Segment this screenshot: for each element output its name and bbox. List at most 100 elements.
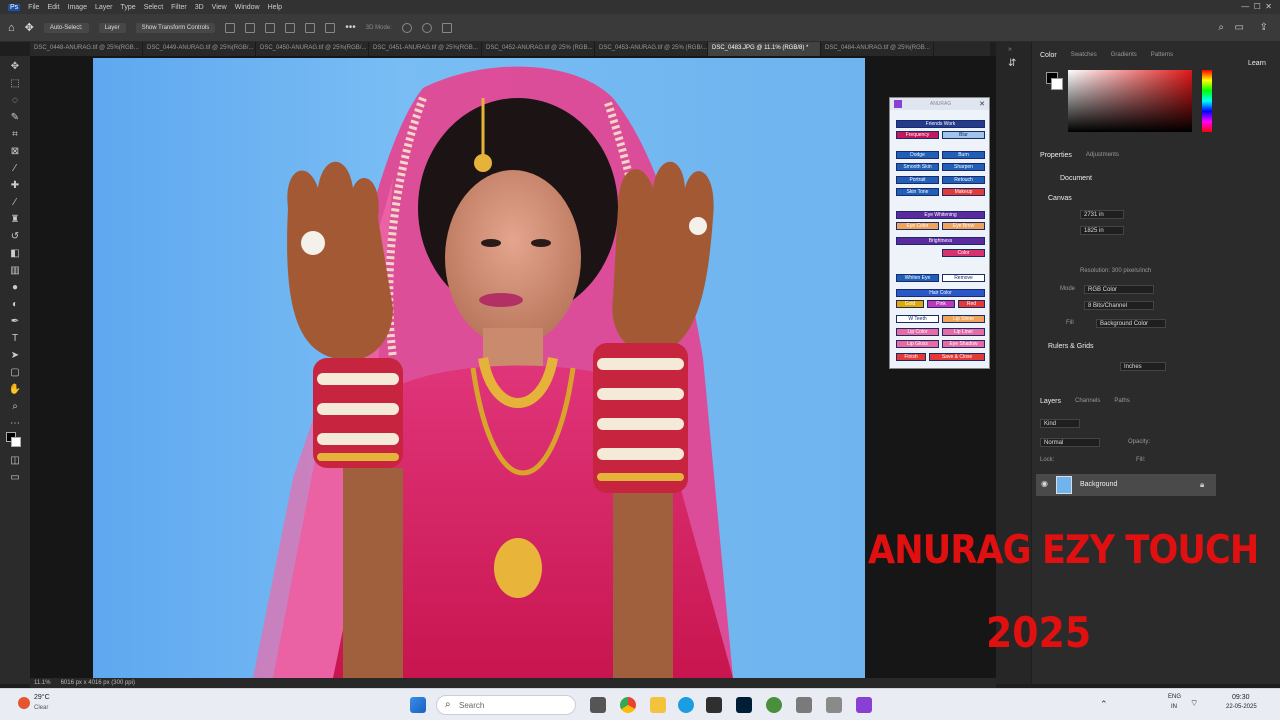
document-image[interactable]	[93, 58, 865, 678]
background-color-swatch[interactable]	[1051, 78, 1063, 90]
close-icon[interactable]: ✕	[979, 100, 985, 108]
edge-icon[interactable]	[678, 697, 694, 713]
clock-date[interactable]: 22-05-2025	[1226, 704, 1257, 710]
align-bottom-icon[interactable]	[325, 22, 336, 33]
menu-select[interactable]: Select	[144, 4, 163, 11]
path-select-tool-icon[interactable]: ➤	[8, 348, 22, 362]
plugin-app-icon[interactable]	[856, 697, 872, 713]
rectangle-tool-icon[interactable]: ▢	[8, 365, 22, 379]
3d-rotate-icon[interactable]	[401, 22, 412, 33]
app-icon[interactable]	[826, 697, 842, 713]
doc-tab[interactable]: DSC_0450-ANURAG.tif @ 25%(RGB/...	[256, 42, 369, 56]
menu-edit[interactable]: Edit	[47, 4, 59, 11]
zoom-tool-icon[interactable]: ⌕	[8, 399, 22, 413]
doc-tab[interactable]: DSC_0484-ANURAG.tif @ 25%(RGB...	[821, 42, 934, 56]
search-icon[interactable]: ⌕	[1218, 22, 1224, 33]
align-right-icon[interactable]	[265, 22, 276, 33]
crop-tool-icon[interactable]: ⌗	[8, 127, 22, 141]
auto-select-checkbox[interactable]: Auto-Select:	[43, 22, 89, 33]
hand-tool-icon[interactable]: ✋	[8, 382, 22, 396]
sharpen-button[interactable]: Sharpen	[942, 163, 985, 171]
3d-roll-icon[interactable]	[421, 22, 432, 33]
whiten-eye-button[interactable]: Whiten Eye	[896, 274, 939, 282]
color-button[interactable]: Color	[942, 249, 985, 257]
brush-tool-icon[interactable]: ∕	[8, 195, 22, 209]
canvas-section-label[interactable]: Canvas	[1048, 195, 1072, 202]
healing-brush-tool-icon[interactable]: ✚	[8, 178, 22, 192]
finish-button[interactable]: Finish	[896, 353, 926, 361]
window-controls[interactable]: — ☐ ✕	[1241, 2, 1272, 11]
remove-button[interactable]: Remove	[942, 274, 985, 282]
share-icon[interactable]: ⇪	[1260, 22, 1268, 33]
menu-file[interactable]: File	[28, 4, 39, 11]
type-tool-icon[interactable]: T	[8, 331, 22, 345]
blur-button[interactable]: Blur	[942, 131, 985, 139]
menu-window[interactable]: Window	[235, 4, 260, 11]
move-tool-icon[interactable]: ✥	[25, 21, 34, 34]
menu-type[interactable]: Type	[121, 4, 136, 11]
show-transform-checkbox[interactable]: Show Transform Controls	[135, 22, 216, 33]
quick-select-tool-icon[interactable]: ✎	[8, 110, 22, 124]
menu-image[interactable]: Image	[68, 4, 87, 11]
wifi-icon[interactable]: ⌔	[1190, 698, 1198, 709]
align-left-icon[interactable]	[225, 22, 236, 33]
rulers-grids-label[interactable]: Rulers & Grids	[1048, 343, 1094, 350]
tab-color[interactable]: Color	[1040, 52, 1057, 59]
history-icon[interactable]: ⇵	[1008, 58, 1016, 69]
background-color-swatch[interactable]	[11, 437, 21, 447]
layer-dropdown[interactable]: Layer	[98, 22, 126, 33]
tab-patterns[interactable]: Patterns	[1151, 52, 1173, 59]
lip-gloss-button[interactable]: Lip Gloss	[896, 340, 939, 348]
align-center-icon[interactable]	[245, 22, 256, 33]
clock-time[interactable]: 09:30	[1232, 694, 1250, 701]
gradient-tool-icon[interactable]: ▥	[8, 263, 22, 277]
visibility-eye-icon[interactable]: ◉	[1041, 479, 1048, 488]
tab-swatches[interactable]: Swatches	[1071, 52, 1097, 59]
language-indicator[interactable]: ENG	[1168, 694, 1181, 700]
marquee-tool-icon[interactable]: ⬚	[8, 76, 22, 90]
dodge-tool-icon[interactable]: ◐	[8, 297, 22, 311]
pen-tool-icon[interactable]: ✒	[8, 314, 22, 328]
menu-3d[interactable]: 3D	[195, 4, 204, 11]
lip-liner-button[interactable]: Lip Liner	[942, 328, 985, 336]
browser-icon[interactable]	[766, 697, 782, 713]
tab-layers[interactable]: Layers	[1040, 398, 1061, 405]
3d-pan-icon[interactable]	[441, 22, 452, 33]
tab-channels[interactable]: Channels	[1075, 398, 1100, 405]
bits-select[interactable]: 8 Bits/Channel	[1084, 301, 1154, 310]
collapse-icon[interactable]: »	[1008, 46, 1012, 53]
lip-color-button[interactable]: Lip Color	[896, 328, 939, 336]
eraser-tool-icon[interactable]: ◧	[8, 246, 22, 260]
portrait-button[interactable]: Portrait	[896, 176, 939, 184]
search-box[interactable]: ⌕ Search	[436, 695, 576, 715]
makeup-button[interactable]: Makeup	[942, 188, 985, 196]
windows-start-icon[interactable]	[410, 697, 426, 713]
lip-shine-button[interactable]: Lip Shine	[942, 315, 985, 323]
height-field[interactable]: 1825 in	[1080, 226, 1124, 235]
tab-gradients[interactable]: Gradients	[1111, 52, 1137, 59]
layer-kind-filter[interactable]: Kind	[1040, 419, 1080, 428]
more-tools-icon[interactable]: ⋯	[8, 416, 22, 430]
learn-label[interactable]: Learn	[1248, 60, 1266, 67]
doc-tab[interactable]: DSC_0451-ANURAG.tif @ 25%(RGB...	[369, 42, 482, 56]
frequency-button[interactable]: Frequency	[896, 131, 939, 139]
app-icon[interactable]	[796, 697, 812, 713]
tab-paths[interactable]: Paths	[1114, 398, 1129, 405]
align-top-icon[interactable]	[285, 22, 296, 33]
eyedropper-tool-icon[interactable]: ⁄	[8, 161, 22, 175]
workspace-icon[interactable]: ▭	[1235, 22, 1244, 33]
fill-select[interactable]: Background Color	[1096, 319, 1166, 328]
weather-icon[interactable]	[18, 697, 30, 709]
align-middle-icon[interactable]	[305, 22, 316, 33]
menu-view[interactable]: View	[212, 4, 227, 11]
doc-tab-active[interactable]: DSC_0483.JPG @ 11.1% (RGB/8) *	[708, 42, 821, 56]
clone-stamp-tool-icon[interactable]: ♜	[8, 212, 22, 226]
zoom-level[interactable]: 11.1%	[34, 680, 51, 686]
color-picker-field[interactable]	[1068, 70, 1192, 132]
width-field[interactable]: 2731 in	[1080, 210, 1124, 219]
file-explorer-icon[interactable]	[650, 697, 666, 713]
save-close-button[interactable]: Save & Close	[929, 353, 985, 361]
hue-slider[interactable]	[1202, 70, 1212, 132]
quick-mask-icon[interactable]: ◫	[8, 453, 22, 467]
doc-tab[interactable]: DSC_0449-ANURAG.tif @ 25%(RGB/...	[143, 42, 256, 56]
